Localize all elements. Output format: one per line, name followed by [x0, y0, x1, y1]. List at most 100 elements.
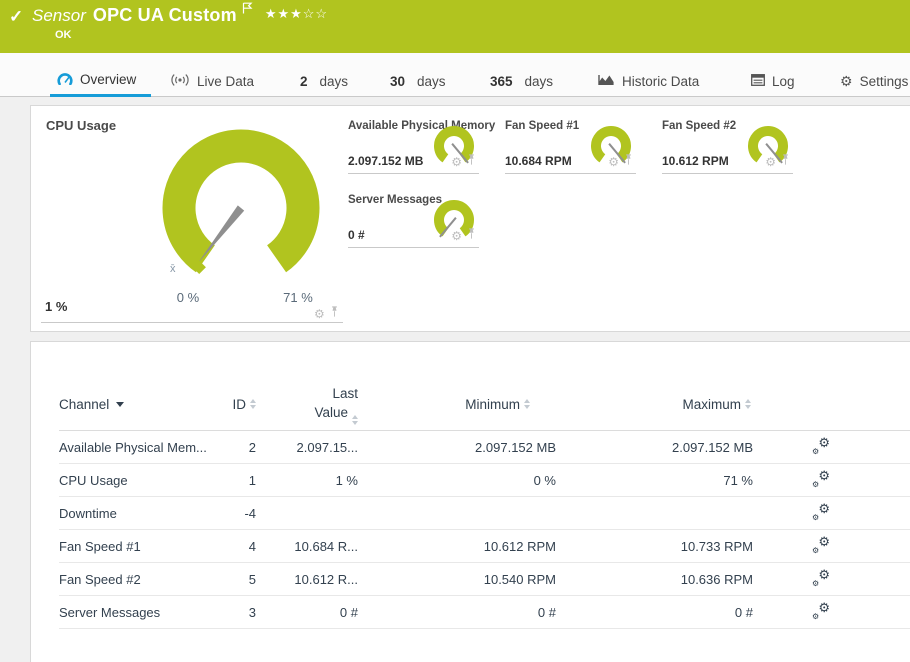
channel-name[interactable]: Available Physical Mem... — [59, 440, 234, 455]
gauge-scale-min: 0 % — [176, 290, 200, 305]
tab-settings[interactable]: ⚙ Settings — [840, 65, 908, 97]
gauge-actions: ⚙ — [314, 305, 339, 323]
gauge-title: Server Messages — [348, 194, 442, 206]
channel-settings-icon[interactable]: ⚙ ⚙ — [811, 436, 831, 456]
tab-historic-data[interactable]: Historic Data — [598, 65, 699, 97]
channel-id: 5 — [248, 571, 256, 587]
channels-table: Channel ID Last Value Minimum Maximum Av… — [59, 378, 910, 629]
channels-panel: Channel ID Last Value Minimum Maximum Av… — [30, 341, 910, 662]
column-label: Value — [314, 404, 348, 420]
tab-log[interactable]: Log — [751, 65, 795, 97]
gauge-actions: ⚙ — [451, 227, 476, 245]
column-label: Maximum — [682, 396, 741, 412]
gauges-panel: CPU Usage x̄ 0 % 71 % 1 % ⚙ Available Ph… — [30, 105, 910, 332]
sort-arrows-icon — [524, 398, 530, 409]
gear-icon[interactable]: ⚙ — [765, 156, 776, 168]
pin-icon[interactable] — [467, 153, 476, 171]
priority-stars[interactable]: ★★★☆☆ — [265, 6, 328, 22]
tab-overview[interactable]: Overview — [50, 65, 151, 97]
channel-name[interactable]: CPU Usage — [59, 473, 234, 488]
channel-minimum: 0 # — [537, 604, 556, 620]
table-row[interactable]: CPU Usage 1 1 % 0 % 71 % ⚙ ⚙ — [59, 464, 910, 497]
channel-settings-icon[interactable]: ⚙ ⚙ — [811, 600, 831, 621]
channel-settings-icon[interactable]: ⚙ ⚙ — [811, 567, 831, 588]
gauge-value: 2.097.152 MB — [348, 154, 424, 168]
channel-settings-icon[interactable]: ⚙ ⚙ — [811, 535, 831, 555]
channel-name[interactable]: Fan Speed #1 — [59, 539, 234, 554]
channel-name[interactable]: Downtime — [59, 506, 234, 521]
gear-icon: ⚙ — [818, 501, 830, 516]
channel-minimum: 10.540 RPM — [483, 571, 556, 587]
status-check-icon: ✓ — [9, 7, 24, 26]
column-header-maximum[interactable]: Maximum — [682, 397, 753, 412]
prtg-sensor-page: ✓ Sensor OPC UA Custom ★★★☆☆ OK Overview… — [0, 0, 910, 662]
stars-empty: ☆☆ — [302, 6, 329, 21]
table-row[interactable]: Fan Speed #2 5 10.612 R... 10.540 RPM 10… — [59, 563, 910, 596]
column-header-id[interactable]: ID — [233, 397, 256, 412]
gear-icon: ⚙ — [840, 73, 853, 89]
log-list-icon — [751, 73, 765, 89]
gauge-needle — [197, 205, 245, 264]
tab-number: 30 — [390, 73, 406, 89]
channel-name[interactable]: Fan Speed #2 — [59, 572, 234, 587]
gear-icon[interactable]: ⚙ — [608, 156, 619, 168]
table-row[interactable]: Fan Speed #1 4 10.684 R... 10.612 RPM 10… — [59, 530, 910, 563]
tab-label: days — [319, 73, 349, 89]
channel-settings-icon[interactable]: ⚙ ⚙ — [811, 469, 831, 489]
pin-icon[interactable] — [467, 227, 476, 245]
tab-number: 2 — [300, 73, 308, 89]
tab-label: Historic Data — [622, 73, 700, 89]
column-label: Last — [332, 386, 358, 402]
channel-last-value: 0 # — [339, 604, 358, 620]
gear-icon[interactable]: ⚙ — [314, 308, 325, 320]
gauge-value: 0 # — [348, 228, 365, 242]
gear-icon[interactable]: ⚙ — [451, 156, 462, 168]
sensor-header: ✓ Sensor OPC UA Custom ★★★☆☆ OK — [0, 0, 910, 53]
sort-caret-icon — [116, 401, 125, 407]
gear-icon: ⚙ — [812, 447, 820, 456]
table-row[interactable]: Downtime -4 ⚙ ⚙ — [59, 497, 910, 530]
flag-icon[interactable] — [242, 1, 253, 19]
channel-maximum: 2.097.152 MB — [672, 439, 753, 455]
cpu-cell-divider — [41, 322, 343, 323]
pin-icon[interactable] — [781, 153, 790, 171]
gear-icon: ⚙ — [818, 600, 830, 615]
gear-icon: ⚙ — [818, 567, 830, 582]
table-row[interactable]: Available Physical Mem... 2 2.097.15... … — [59, 431, 910, 464]
channel-id: 3 — [248, 604, 256, 620]
area-chart-icon — [598, 73, 615, 89]
pin-icon[interactable] — [330, 305, 339, 323]
column-header-minimum[interactable]: Minimum — [465, 397, 556, 412]
gauge-actions: ⚙ — [765, 153, 790, 171]
gauge-title: Fan Speed #2 — [662, 120, 737, 132]
status-badge: OK — [55, 29, 72, 41]
tab-365-days[interactable]: 365 days — [490, 65, 553, 97]
gear-icon: ⚙ — [812, 579, 820, 588]
column-header-last-value[interactable]: Last Value — [314, 385, 358, 425]
channel-name[interactable]: Server Messages — [59, 605, 234, 620]
tab-label: days — [417, 73, 446, 89]
channel-settings-icon[interactable]: ⚙ ⚙ — [811, 501, 831, 522]
table-row[interactable]: Server Messages 3 0 # 0 # 0 # ⚙ ⚙ — [59, 596, 910, 629]
tab-label: Log — [772, 73, 795, 89]
primary-gauge-title: CPU Usage — [46, 118, 117, 133]
gauge-cell-available-physical-memory: Available Physical Memory 2.097.152 MB ⚙ — [348, 113, 495, 174]
average-marker: x̄ — [170, 263, 176, 275]
tab-30-days[interactable]: 30 days — [390, 65, 446, 97]
primary-gauge-value: 1 % — [45, 299, 68, 314]
channel-last-value: 2.097.15... — [296, 439, 358, 455]
column-label: Channel — [59, 396, 110, 412]
tab-2-days[interactable]: 2 days — [300, 65, 348, 97]
gauge-icon — [57, 72, 73, 88]
gauge-cell-fan-speed-1: Fan Speed #1 10.684 RPM ⚙ — [505, 113, 636, 174]
channel-id: 2 — [248, 439, 256, 455]
column-header-channel[interactable]: Channel — [59, 397, 234, 412]
tab-bar: Overview Live Data 2 days 30 days 365 da… — [0, 53, 910, 97]
table-header-row: Channel ID Last Value Minimum Maximum — [59, 378, 910, 431]
tab-live-data[interactable]: Live Data — [170, 65, 254, 97]
channel-maximum: 0 # — [734, 604, 753, 620]
gauge-scale-max: 71 % — [283, 290, 313, 305]
sensor-name: OPC UA Custom — [92, 5, 237, 25]
pin-icon[interactable] — [624, 153, 633, 171]
gear-icon[interactable]: ⚙ — [451, 230, 462, 242]
